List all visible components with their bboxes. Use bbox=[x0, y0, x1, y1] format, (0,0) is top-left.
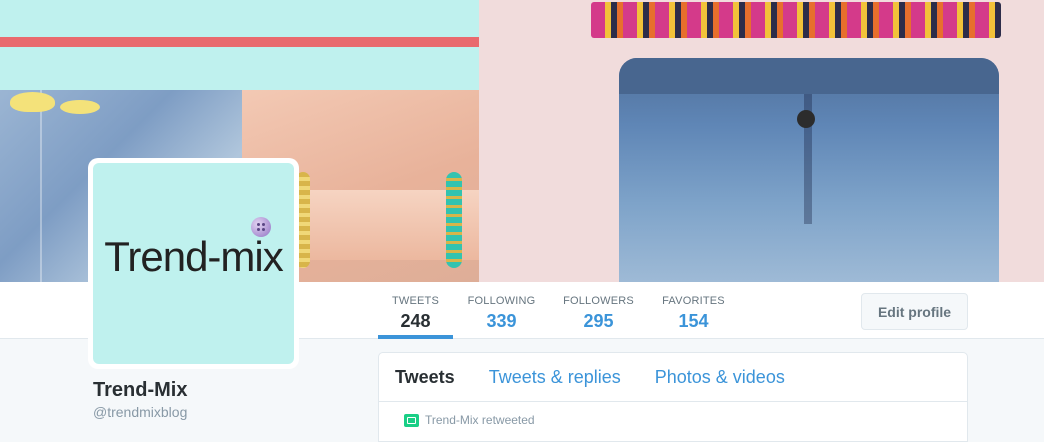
tab-tweets[interactable]: Tweets bbox=[395, 367, 455, 388]
banner-yellow-shape bbox=[10, 92, 55, 112]
stat-tweets[interactable]: TWEETS 248 bbox=[378, 282, 453, 339]
timeline-tabs: Tweets Tweets & replies Photos & videos bbox=[379, 353, 967, 402]
stat-value: 295 bbox=[583, 311, 614, 331]
stat-value: 154 bbox=[678, 311, 709, 331]
avatar-logo-text: Trend-mix bbox=[104, 233, 283, 280]
avatar-image: Trend-mix bbox=[93, 163, 294, 364]
profile-handle[interactable]: @trendmixblog bbox=[93, 404, 187, 420]
stat-followers[interactable]: FOLLOWERS 295 bbox=[550, 282, 647, 339]
profile-stats: TWEETS 248 FOLLOWING 339 FOLLOWERS 295 F… bbox=[378, 282, 740, 339]
retweet-context: Trend-Mix retweeted bbox=[404, 413, 535, 427]
banner-ribbon bbox=[591, 2, 1001, 38]
stat-value: 339 bbox=[486, 311, 517, 331]
banner-denim-seam bbox=[40, 90, 42, 282]
avatar[interactable]: Trend-mix bbox=[88, 158, 299, 369]
banner-teal-bracelet bbox=[446, 172, 462, 268]
stat-label: FOLLOWERS bbox=[563, 295, 634, 307]
stat-following[interactable]: FOLLOWING 339 bbox=[453, 282, 550, 339]
banner-yellow-shape bbox=[60, 100, 100, 114]
profile-name[interactable]: Trend-Mix bbox=[93, 379, 187, 402]
stat-value: 248 bbox=[400, 311, 431, 331]
tab-photos-and-videos[interactable]: Photos & videos bbox=[655, 367, 785, 388]
timeline-card: Tweets Tweets & replies Photos & videos … bbox=[378, 352, 968, 442]
stat-favorites[interactable]: FAVORITES 154 bbox=[647, 282, 740, 339]
banner-right-photo bbox=[479, 0, 1044, 282]
stat-label: FAVORITES bbox=[662, 295, 725, 307]
retweet-notice[interactable]: Trend-Mix retweeted bbox=[425, 413, 535, 427]
banner-stripe bbox=[0, 37, 479, 47]
banner-jeans-waistband bbox=[619, 58, 999, 94]
edit-profile-button[interactable]: Edit profile bbox=[861, 293, 968, 330]
stat-label: TWEETS bbox=[391, 295, 440, 307]
banner-jeans-button bbox=[797, 110, 815, 128]
stat-label: FOLLOWING bbox=[467, 295, 536, 307]
tab-tweets-and-replies[interactable]: Tweets & replies bbox=[489, 367, 621, 388]
retweet-icon bbox=[404, 413, 419, 427]
